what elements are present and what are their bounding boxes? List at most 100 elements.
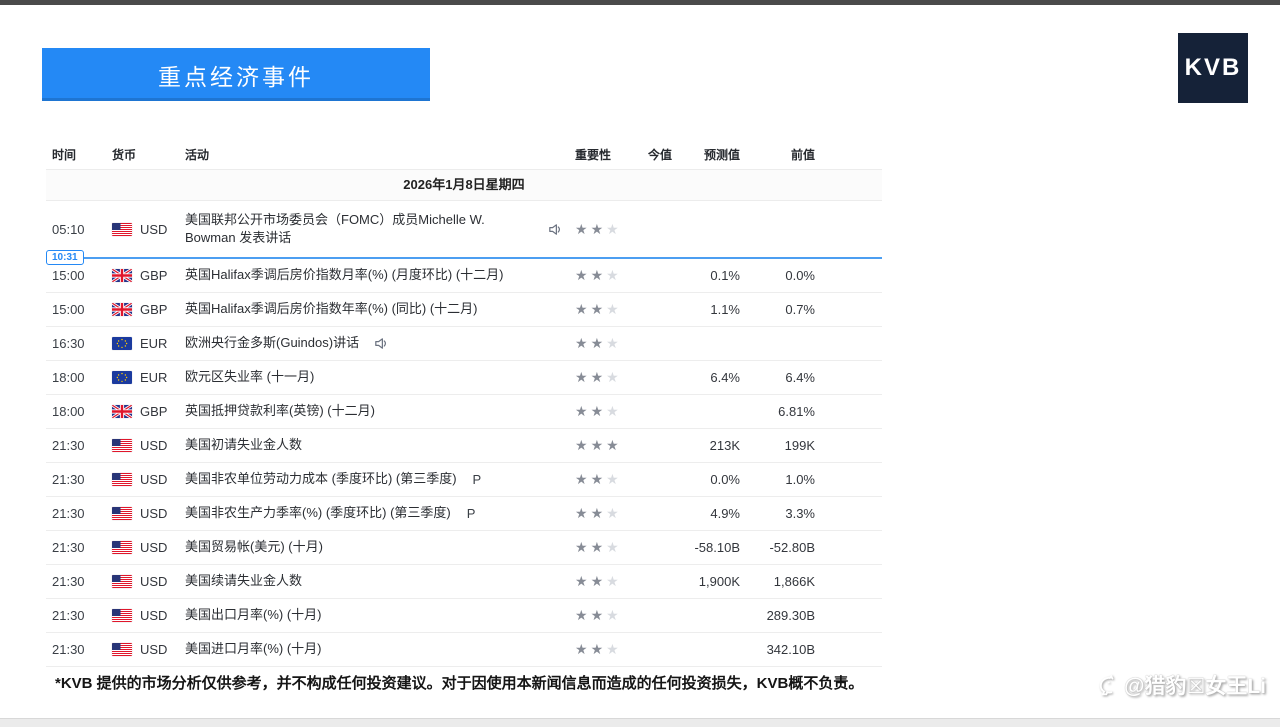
star-empty-icon: ★	[606, 335, 622, 351]
star-filled-icon: ★	[575, 335, 591, 351]
star-filled-icon: ★	[575, 267, 591, 283]
star-filled-icon: ★	[591, 301, 607, 317]
event-activity-text: 美国续请失业金人数	[185, 572, 302, 590]
event-currency: GBP	[112, 268, 185, 283]
importance-stars: ★★★	[575, 607, 635, 624]
watermark: @猎豹☒女王Li	[1094, 670, 1266, 700]
event-activity-text: 英国Halifax季调后房价指数年率(%) (同比) (十二月)	[185, 300, 478, 318]
importance-stars: ★★★	[575, 471, 635, 488]
currency-flag-icon	[112, 269, 132, 282]
currency-code: GBP	[140, 404, 167, 419]
importance-stars: ★★★	[575, 505, 635, 522]
event-activity-text: 美国联邦公开市场委员会（FOMC）成员Michelle W. Bowman 发表…	[185, 211, 533, 247]
forecast-value: 213K	[672, 438, 740, 453]
col-header-forecast: 预测值	[672, 146, 740, 163]
event-activity-text: 英国Halifax季调后房价指数月率(%) (月度环比) (十二月)	[185, 266, 504, 284]
event-activity: 英国抵押贷款利率(英镑) (十二月)	[185, 402, 575, 420]
event-row: 16:30 EUR 欧洲央行金多斯(Guindos)讲话 ★★★	[46, 327, 882, 361]
forecast-value: 0.0%	[672, 472, 740, 487]
star-filled-icon: ★	[575, 607, 591, 623]
event-activity: 美国非农生产力季率(%) (季度环比) (第三季度) P	[185, 504, 575, 522]
previous-value: 1.0%	[740, 472, 815, 487]
event-currency: GBP	[112, 302, 185, 317]
star-empty-icon: ★	[606, 403, 622, 419]
star-empty-icon: ★	[606, 267, 622, 283]
currency-code: USD	[140, 438, 167, 453]
previous-value: 0.0%	[740, 268, 815, 283]
star-filled-icon: ★	[575, 641, 591, 657]
star-filled-icon: ★	[591, 539, 607, 555]
event-activity: 美国联邦公开市场委员会（FOMC）成员Michelle W. Bowman 发表…	[185, 211, 575, 247]
star-filled-icon: ★	[575, 403, 591, 419]
event-activity: 美国贸易帐(美元) (十月)	[185, 538, 575, 556]
currency-flag-icon	[112, 405, 132, 418]
previous-value: 1,866K	[740, 574, 815, 589]
currency-code: USD	[140, 506, 167, 521]
star-filled-icon: ★	[591, 335, 607, 351]
col-header-time: 时间	[52, 146, 112, 163]
table-body: 05:10 USD 美国联邦公开市场委员会（FOMC）成员Michelle W.…	[46, 201, 882, 667]
event-activity-text: 美国初请失业金人数	[185, 436, 302, 454]
event-currency: USD	[112, 506, 185, 521]
event-currency: USD	[112, 608, 185, 623]
event-row: 21:30 USD 美国进口月率(%) (十月) ★★★ 342.10B	[46, 633, 882, 667]
kvb-logo: KVB	[1178, 33, 1248, 103]
event-row: 15:00 GBP 英国Halifax季调后房价指数月率(%) (月度环比) (…	[46, 259, 882, 293]
table-header-row: 时间 货币 活动 重要性 今值 预测值 前值	[46, 140, 882, 170]
star-filled-icon: ★	[575, 471, 591, 487]
star-empty-icon: ★	[606, 221, 622, 237]
event-row: 18:00 GBP 英国抵押贷款利率(英镑) (十二月) ★★★ 6.81%	[46, 395, 882, 429]
section-title-button[interactable]: 重点经济事件	[42, 48, 430, 101]
previous-value: 289.30B	[740, 608, 815, 623]
disclaimer-text: *KVB 提供的市场分析仅供参考，并不构成任何投资建议。对于因使用本新闻信息而造…	[55, 672, 955, 693]
event-time: 21:30	[52, 574, 112, 589]
currency-code: USD	[140, 642, 167, 657]
current-time-marker-line: 10:31	[46, 257, 882, 259]
event-row: 15:00 GBP 英国Halifax季调后房价指数年率(%) (同比) (十二…	[46, 293, 882, 327]
event-currency: USD	[112, 574, 185, 589]
forecast-value: 1,900K	[672, 574, 740, 589]
star-empty-icon: ★	[606, 369, 622, 385]
col-header-actual: 今值	[635, 146, 672, 163]
star-filled-icon: ★	[591, 505, 607, 521]
col-header-previous: 前值	[740, 146, 815, 163]
event-activity-text: 美国贸易帐(美元) (十月)	[185, 538, 323, 556]
speaker-icon[interactable]	[547, 222, 562, 237]
star-empty-icon: ★	[606, 301, 622, 317]
event-time: 16:30	[52, 336, 112, 351]
event-row: 05:10 USD 美国联邦公开市场委员会（FOMC）成员Michelle W.…	[46, 201, 882, 257]
star-filled-icon: ★	[575, 573, 591, 589]
currency-code: GBP	[140, 302, 167, 317]
star-empty-icon: ★	[606, 471, 622, 487]
event-row: 21:30 USD 美国贸易帐(美元) (十月) ★★★ -58.10B -52…	[46, 531, 882, 565]
currency-code: GBP	[140, 268, 167, 283]
event-activity-text: 美国非农单位劳动力成本 (季度环比) (第三季度)	[185, 470, 457, 488]
star-filled-icon: ★	[575, 369, 591, 385]
economic-calendar-table: 时间 货币 活动 重要性 今值 预测值 前值 2026年1月8日星期四 05:1…	[46, 140, 882, 667]
event-row: 21:30 USD 美国初请失业金人数 ★★★ 213K 199K	[46, 429, 882, 463]
star-filled-icon: ★	[591, 471, 607, 487]
forecast-value: 1.1%	[672, 302, 740, 317]
importance-stars: ★★★	[575, 267, 635, 284]
event-currency: USD	[112, 222, 185, 237]
importance-stars: ★★★	[575, 403, 635, 420]
event-activity-text: 美国出口月率(%) (十月)	[185, 606, 322, 624]
preliminary-flag: P	[473, 472, 482, 487]
importance-stars: ★★★	[575, 437, 635, 454]
event-currency: EUR	[112, 370, 185, 385]
currency-flag-icon	[112, 473, 132, 486]
event-currency: USD	[112, 642, 185, 657]
forecast-value: 4.9%	[672, 506, 740, 521]
preliminary-flag: P	[467, 506, 476, 521]
currency-flag-icon	[112, 541, 132, 554]
speaker-icon[interactable]	[373, 336, 388, 351]
importance-stars: ★★★	[575, 573, 635, 590]
col-header-activity: 活动	[185, 146, 575, 163]
importance-stars: ★★★	[575, 335, 635, 352]
event-activity: 欧洲央行金多斯(Guindos)讲话	[185, 334, 575, 352]
importance-stars: ★★★	[575, 301, 635, 318]
event-time: 21:30	[52, 540, 112, 555]
star-filled-icon: ★	[591, 221, 607, 237]
previous-value: -52.80B	[740, 540, 815, 555]
col-header-importance: 重要性	[575, 146, 635, 163]
